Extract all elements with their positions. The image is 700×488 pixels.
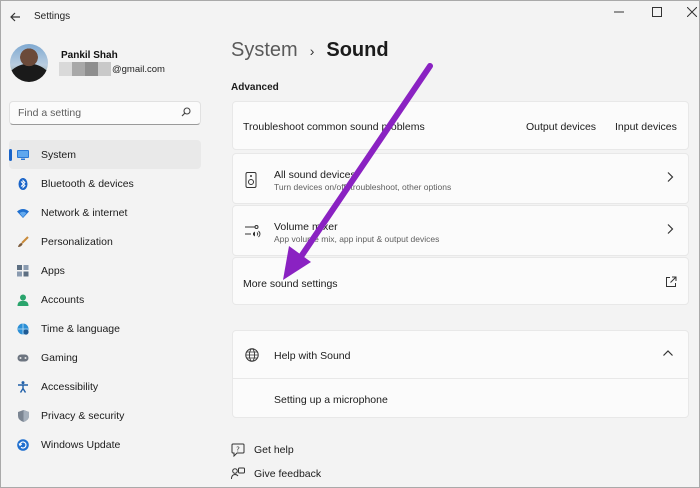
search-icon[interactable] (180, 106, 192, 120)
sidebar-item-privacy-security[interactable]: Privacy & security (9, 401, 201, 430)
volume-mixer-row[interactable]: Volume mixer App volume mix, app input &… (232, 205, 689, 256)
sidebar-item-label: Accounts (41, 293, 85, 306)
feedback-icon (231, 467, 245, 481)
settings-window: Settings Pankil Shah @gmail.com System (0, 0, 700, 488)
close-button[interactable] (681, 5, 700, 19)
sidebar-item-accounts[interactable]: Accounts (9, 285, 201, 314)
minimize-icon (614, 11, 624, 13)
back-button[interactable] (7, 9, 23, 25)
user-name: Pankil Shah (61, 50, 118, 61)
title-bar: Settings (1, 1, 699, 33)
sidebar-item-windows-update[interactable]: Windows Update (9, 430, 201, 459)
email-redaction (59, 62, 111, 76)
sidebar-item-bluetooth[interactable]: Bluetooth & devices (9, 169, 201, 198)
sidebar-item-personalization[interactable]: Personalization (9, 227, 201, 256)
help-with-sound-card: Help with Sound Setting up a microphone (232, 330, 689, 418)
sidebar-item-label: Bluetooth & devices (41, 177, 134, 190)
chevron-up-icon[interactable] (662, 348, 674, 360)
give-feedback-link[interactable]: Give feedback (231, 467, 321, 481)
sidebar-nav: System Bluetooth & devices Network & int… (9, 140, 201, 459)
sidebar-item-label: System (41, 148, 77, 161)
svg-text:?: ? (236, 446, 240, 454)
chevron-right-icon (666, 223, 674, 238)
all-sound-devices-title: All sound devices (274, 169, 356, 181)
sidebar-item-network[interactable]: Network & internet (9, 198, 201, 227)
help-with-sound-header[interactable]: Help with Sound (233, 331, 688, 379)
sidebar-item-accessibility[interactable]: Accessibility (9, 372, 201, 401)
minimize-button[interactable] (608, 5, 630, 19)
globe-icon (245, 348, 259, 362)
volume-mixer-subtitle: App volume mix, app input & output devic… (274, 234, 440, 244)
back-arrow-icon (10, 12, 20, 22)
output-devices-link[interactable]: Output devices (526, 121, 596, 133)
speaker-device-icon (245, 172, 259, 188)
accounts-icon (17, 294, 29, 306)
sidebar-item-time-language[interactable]: Time & language (9, 314, 201, 343)
avatar[interactable] (10, 44, 48, 82)
shield-icon (17, 409, 29, 422)
sidebar-item-label: Personalization (41, 235, 113, 248)
sidebar-item-gaming[interactable]: Gaming (9, 343, 201, 372)
external-link-icon (665, 275, 677, 287)
apps-icon (17, 264, 29, 277)
update-icon (17, 438, 29, 451)
search-box[interactable] (9, 101, 201, 125)
sidebar-item-system[interactable]: System (9, 140, 201, 169)
volume-mixer-title: Volume mixer (274, 221, 338, 233)
breadcrumb-separator: › (309, 42, 315, 59)
more-sound-settings-row[interactable]: More sound settings (232, 257, 689, 305)
get-help-link[interactable]: ? Get help (231, 443, 294, 458)
gamepad-icon (17, 352, 29, 364)
breadcrumb: System › Sound (231, 39, 389, 62)
sidebar-item-label: Network & internet (41, 206, 128, 219)
mixer-icon (245, 224, 261, 240)
wifi-icon (17, 207, 29, 219)
search-input[interactable] (18, 107, 180, 119)
section-heading: Advanced (231, 82, 279, 93)
sidebar-item-label: Gaming (41, 351, 78, 364)
maximize-icon (652, 7, 662, 17)
get-help-label: Get help (254, 444, 294, 456)
maximize-button[interactable] (646, 5, 668, 19)
user-email-domain: @gmail.com (112, 63, 165, 75)
help-chat-icon: ? (231, 443, 245, 458)
window-title: Settings (34, 11, 71, 22)
input-devices-link[interactable]: Input devices (615, 121, 677, 133)
troubleshoot-label: Troubleshoot common sound problems (243, 121, 425, 133)
all-sound-devices-subtitle: Turn devices on/off, troubleshoot, other… (274, 182, 452, 192)
globe-clock-icon (17, 323, 29, 335)
close-icon (687, 7, 697, 17)
breadcrumb-parent[interactable]: System (231, 39, 298, 62)
bluetooth-icon (17, 177, 29, 190)
all-sound-devices-row[interactable]: All sound devices Turn devices on/off, t… (232, 153, 689, 204)
brush-icon (17, 235, 29, 248)
system-icon (17, 149, 29, 161)
user-email: @gmail.com (59, 62, 165, 76)
more-sound-settings-label: More sound settings (243, 278, 338, 290)
sidebar-item-label: Windows Update (41, 438, 121, 451)
page-title: Sound (326, 39, 389, 61)
sidebar-item-label: Privacy & security (41, 409, 125, 422)
sidebar-item-label: Apps (41, 264, 65, 277)
setting-up-microphone-link[interactable]: Setting up a microphone (274, 394, 388, 406)
sidebar-item-label: Time & language (41, 322, 120, 335)
troubleshoot-card: Troubleshoot common sound problems Outpu… (232, 101, 689, 150)
chevron-right-icon (666, 171, 674, 186)
help-with-sound-title: Help with Sound (274, 350, 351, 362)
give-feedback-label: Give feedback (254, 468, 322, 480)
accessibility-icon (17, 380, 29, 393)
sidebar-item-apps[interactable]: Apps (9, 256, 201, 285)
sidebar-item-label: Accessibility (41, 380, 99, 393)
